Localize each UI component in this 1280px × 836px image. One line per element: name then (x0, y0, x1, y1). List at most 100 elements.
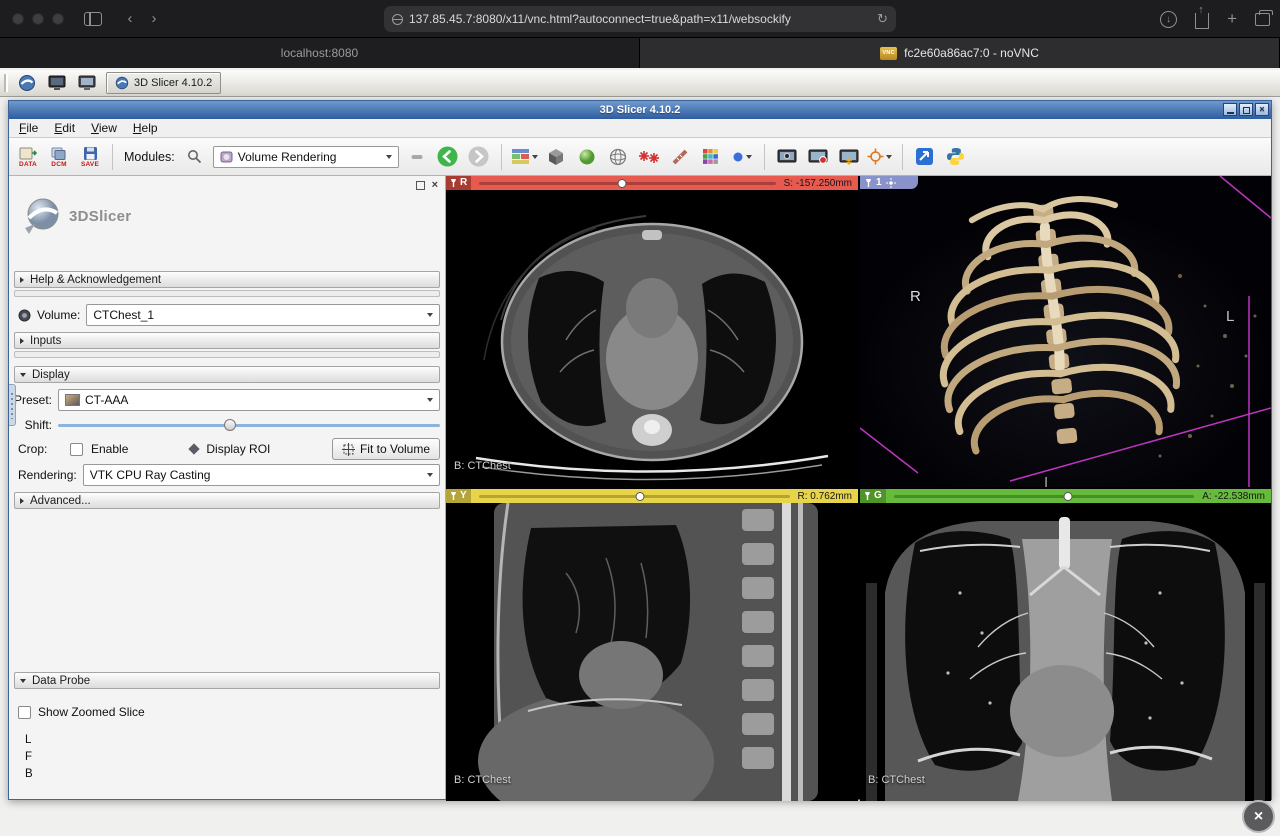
slicer-icon (115, 76, 129, 90)
center-view-button[interactable] (574, 142, 600, 172)
fiducial-button[interactable] (636, 142, 662, 172)
taskbar-app-button[interactable]: 3D Slicer 4.10.2 (106, 72, 221, 94)
taskbar-display-icon[interactable] (46, 72, 68, 94)
mouse-mode-button[interactable] (729, 142, 755, 172)
module-history-button[interactable] (404, 142, 430, 172)
close-window-button[interactable] (12, 13, 24, 25)
taskbar-display2-icon[interactable] (76, 72, 98, 94)
section-inputs[interactable]: Inputs (14, 332, 440, 349)
fit-to-volume-button[interactable]: Fit to Volume (332, 438, 440, 460)
section-inputs-frame (14, 351, 440, 358)
back-arrow-icon (436, 145, 459, 168)
share-icon[interactable] (1195, 13, 1209, 29)
new-tab-button[interactable]: + (1227, 9, 1237, 29)
url-text[interactable]: 137.85.45.7:8080/x11/vnc.html?autoconnec… (409, 12, 871, 26)
mesh-view-button[interactable] (605, 142, 631, 172)
volume-rendering-image[interactable] (860, 176, 1271, 487)
url-bar[interactable]: 137.85.45.7:8080/x11/vnc.html?autoconnec… (384, 6, 896, 32)
red-slice-view[interactable]: R S: -157.250mm (446, 176, 858, 487)
red-slider-handle[interactable] (617, 179, 626, 188)
menu-edit[interactable]: Edit (46, 121, 83, 135)
rendering-selector[interactable]: VTK CPU Ray Casting (83, 464, 440, 486)
roi-visibility-icon[interactable] (189, 443, 200, 454)
preset-selector[interactable]: CT-AAA (58, 389, 440, 411)
menu-view[interactable]: View (83, 121, 125, 135)
yellow-slider-handle[interactable] (636, 492, 645, 501)
window-maximize-button[interactable] (1239, 103, 1253, 116)
rendering-row: Rendering: VTK CPU Ray Casting (14, 464, 440, 486)
downloads-icon[interactable]: ↓ (1160, 11, 1177, 28)
show-zoomed-label: Show Zoomed Slice (38, 705, 145, 719)
taskbar-grip[interactable] (4, 74, 8, 92)
threed-view-button[interactable] (543, 142, 569, 172)
green-slider-handle[interactable] (1064, 492, 1073, 501)
sagittal-ct-image[interactable] (446, 503, 858, 801)
menu-help[interactable]: Help (125, 121, 166, 135)
red-slice-slider[interactable] (479, 176, 775, 190)
panel-float-icon[interactable] (416, 181, 425, 190)
module-back-button[interactable] (435, 142, 461, 172)
shift-slider[interactable] (58, 417, 440, 433)
green-slice-pin[interactable]: G (860, 489, 886, 503)
show-zoomed-row: Show Zoomed Slice (14, 703, 440, 721)
module-selector[interactable]: Volume Rendering (213, 146, 399, 168)
crosshair-button[interactable] (867, 142, 893, 172)
save-button[interactable]: SAVE (77, 142, 103, 172)
section-advanced[interactable]: Advanced... (14, 492, 440, 509)
window-close-button[interactable]: × (1255, 103, 1269, 116)
menu-file[interactable]: File (11, 121, 46, 135)
coronal-ct-image[interactable] (860, 503, 1271, 801)
orientation-marker-l: L (1226, 308, 1234, 325)
sidebar-toggle-icon[interactable] (84, 12, 102, 26)
threed-view[interactable]: 1 (860, 176, 1271, 487)
tab-novnc[interactable]: VNC fc2e60a86ac7:0 - noVNC (640, 38, 1280, 68)
slicer-logo: 3DSlicer (19, 194, 131, 238)
shift-label: Shift: (9, 418, 58, 432)
crop-enable-checkbox[interactable] (70, 443, 83, 456)
reload-button[interactable]: ↻ (877, 11, 888, 27)
history-icon (411, 153, 423, 161)
shift-slider-handle[interactable] (224, 419, 236, 431)
minimize-window-button[interactable] (32, 13, 44, 25)
panel-close-icon[interactable]: × (432, 181, 438, 190)
pin-icon (865, 178, 872, 188)
tab-overview-icon[interactable] (1255, 13, 1270, 26)
axial-ct-image[interactable] (446, 190, 858, 487)
python-console-button[interactable] (943, 142, 969, 172)
ruler-button[interactable] (667, 142, 693, 172)
tab-localhost[interactable]: localhost:8080 (0, 38, 640, 68)
layout-selector-button[interactable] (511, 142, 538, 172)
green-slice-view[interactable]: G A: -22.538mm (860, 489, 1271, 801)
back-button[interactable]: ‹ (120, 10, 140, 27)
module-forward-button[interactable] (466, 142, 492, 172)
taskbar-slicer-icon[interactable] (16, 72, 38, 94)
window-minimize-button[interactable] (1223, 103, 1237, 116)
section-display[interactable]: Display (14, 366, 440, 383)
green-slice-slider[interactable] (894, 489, 1194, 503)
screenshot-button[interactable] (774, 142, 800, 172)
novnc-control-button[interactable]: × (1242, 800, 1275, 833)
red-slice-pin[interactable]: R (446, 176, 471, 190)
extensions-button[interactable] (912, 142, 938, 172)
volume-selector[interactable]: CTChest_1 (86, 304, 440, 326)
section-help[interactable]: Help & Acknowledgement (14, 271, 440, 288)
extensions-icon (915, 147, 934, 166)
show-zoomed-checkbox[interactable] (18, 706, 31, 719)
module-search-button[interactable] (182, 142, 208, 172)
scene-restore-button[interactable] (836, 142, 862, 172)
yellow-slice-view[interactable]: Y R: 0.762mm (446, 489, 858, 801)
yellow-slice-slider[interactable] (479, 489, 790, 503)
scene-capture-button[interactable] (805, 142, 831, 172)
forward-button[interactable]: › (144, 10, 164, 27)
pin-icon (864, 491, 871, 501)
window-titlebar[interactable]: 3D Slicer 4.10.2 × (9, 101, 1271, 119)
threed-view-bar[interactable]: 1 (860, 176, 918, 189)
section-data-probe[interactable]: Data Probe (14, 672, 440, 689)
zoom-window-button[interactable] (52, 13, 64, 25)
yellow-slice-pin[interactable]: Y (446, 489, 471, 503)
dicom-button[interactable]: DCM (46, 142, 72, 172)
color-table-button[interactable] (698, 142, 724, 172)
load-data-button[interactable]: DATA (15, 142, 41, 172)
panel-resize-grip[interactable] (9, 384, 16, 426)
collapse-arrow-icon (20, 373, 26, 377)
